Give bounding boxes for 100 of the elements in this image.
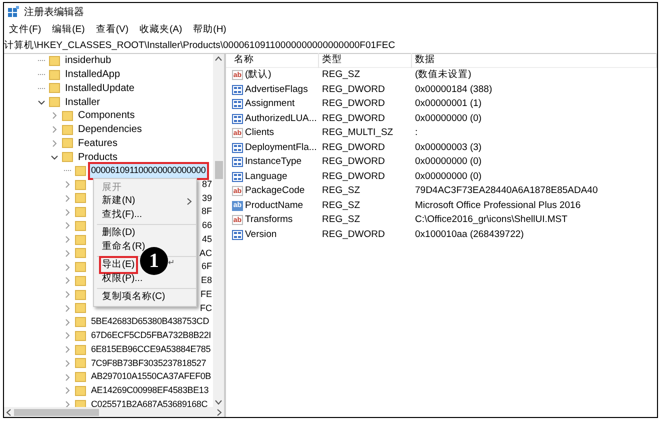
menu-item[interactable]: 查看(V) xyxy=(96,22,128,38)
folder-icon xyxy=(75,303,86,314)
expand-chevron-icon[interactable] xyxy=(64,387,71,394)
expand-chevron-icon[interactable] xyxy=(64,332,71,340)
expand-chevron-icon[interactable] xyxy=(64,236,71,244)
menu-item[interactable]: 帮助(H) xyxy=(193,22,226,38)
tree-item[interactable]: AE14269C00998EF4583BE13 xyxy=(90,384,210,398)
collapse-chevron-icon[interactable] xyxy=(38,98,45,106)
scroll-down-icon[interactable] xyxy=(215,400,222,405)
tree-item[interactable]: FE xyxy=(200,288,213,302)
value-name[interactable]: DeploymentFla... xyxy=(245,140,317,155)
folder-icon xyxy=(62,138,73,148)
menu-item[interactable]: 编辑(E) xyxy=(52,22,85,38)
column-header[interactable]: 类型 xyxy=(319,53,412,68)
tree-item[interactable]: 87 xyxy=(202,178,213,192)
scroll-left-icon[interactable] xyxy=(6,408,11,416)
expand-chevron-icon[interactable] xyxy=(64,264,71,271)
expand-chevron-icon[interactable] xyxy=(64,291,71,298)
tree-item[interactable]: 8F xyxy=(201,205,213,219)
tree-item[interactable]: 66 xyxy=(202,219,213,233)
value-type: REG_DWORD xyxy=(321,82,386,97)
value-name[interactable]: ProductName xyxy=(245,198,304,213)
scroll-right-icon[interactable] xyxy=(217,408,222,416)
value-name[interactable]: (默认) xyxy=(245,68,272,82)
tree-item[interactable]: AB297010A1550CA37AFEF0B xyxy=(90,370,212,384)
expand-chevron-icon[interactable] xyxy=(64,346,71,354)
expand-chevron-icon[interactable] xyxy=(64,401,71,407)
vertical-scrollbar[interactable] xyxy=(213,54,224,407)
address-bar[interactable]: 计算机\HKEY_CLASSES_ROOT\Installer\Products\00006109110000000000000000F01FEC xyxy=(4,39,657,54)
value-name[interactable]: PackageCode xyxy=(245,184,305,198)
expand-chevron-icon[interactable] xyxy=(64,222,71,230)
value-name[interactable]: AdvertiseFlags xyxy=(245,82,308,97)
value-name[interactable]: Version xyxy=(245,228,277,242)
tree-item[interactable]: Installer xyxy=(64,94,102,110)
tree-item[interactable]: 5BE42683D65380B438753CD xyxy=(90,315,210,329)
folder-icon xyxy=(75,166,86,176)
value-name[interactable]: Transforms xyxy=(245,213,293,228)
context-menu-item[interactable]: 新建(N) xyxy=(101,194,136,208)
scroll-thumb[interactable] xyxy=(14,408,99,416)
binary-value-icon xyxy=(232,157,243,168)
context-menu-item[interactable]: 删除(D) xyxy=(101,226,136,240)
folder-icon xyxy=(49,97,60,108)
expand-chevron-icon[interactable] xyxy=(51,140,58,147)
expand-chevron-icon[interactable] xyxy=(51,112,58,120)
tree-item[interactable]: C025571B2A687A53689168C xyxy=(90,398,209,407)
tree-item[interactable]: 6F xyxy=(201,260,213,274)
tree-item[interactable]: Dependencies xyxy=(77,122,143,138)
folder-icon xyxy=(49,56,60,66)
folder-icon xyxy=(75,358,86,368)
context-menu-item[interactable]: 导出(E) xyxy=(101,258,136,272)
value-name[interactable]: Assignment xyxy=(245,97,295,112)
expand-chevron-icon[interactable] xyxy=(64,360,71,367)
value-name[interactable]: Language xyxy=(245,170,288,184)
collapse-chevron-icon[interactable] xyxy=(51,154,58,161)
value-data: (数值未设置) xyxy=(414,68,472,82)
column-header[interactable]: 数据 xyxy=(412,53,657,68)
tree-item[interactable]: 6E815EB96CCE9A53884E785 xyxy=(90,342,212,356)
folder-icon xyxy=(75,262,86,272)
scroll-thumb[interactable] xyxy=(214,161,222,179)
tree-item[interactable]: 39 xyxy=(202,192,213,206)
tree-item[interactable]: AC xyxy=(199,246,213,260)
value-type: REG_DWORD xyxy=(321,97,386,112)
expand-chevron-icon[interactable] xyxy=(64,374,71,381)
menu-item[interactable]: 收藏夹(A) xyxy=(139,22,182,38)
tree-item[interactable]: 45 xyxy=(202,232,213,246)
tree-item[interactable]: 67D6ECF5CD5FBA732B8B22I xyxy=(90,329,212,343)
value-data: 0x00000000 (0) xyxy=(414,170,482,184)
tree-item[interactable]: InstalledUpdate xyxy=(64,80,136,96)
tree-item[interactable]: E8 xyxy=(200,274,213,288)
expand-chevron-icon[interactable] xyxy=(64,208,71,216)
menu-item[interactable]: 文件(F) xyxy=(9,22,42,38)
context-menu-item[interactable]: 复制项名称(C) xyxy=(101,290,166,304)
submenu-chevron-icon xyxy=(187,198,192,205)
folder-icon xyxy=(75,180,86,190)
expand-chevron-icon[interactable] xyxy=(64,181,71,188)
value-name[interactable]: Clients xyxy=(245,126,274,140)
expand-chevron-icon[interactable] xyxy=(64,250,71,257)
expand-chevron-icon[interactable] xyxy=(64,304,71,312)
binary-value-icon xyxy=(232,84,243,95)
expand-chevron-icon[interactable] xyxy=(64,318,71,326)
tree-item[interactable]: Products xyxy=(77,150,118,165)
expand-chevron-icon[interactable] xyxy=(64,277,71,284)
tree-item[interactable]: insiderhub xyxy=(64,54,112,68)
value-type: REG_SZ xyxy=(321,213,362,228)
expand-chevron-icon[interactable] xyxy=(64,194,71,202)
value-data: 0x100010aa (268439722) xyxy=(414,228,524,242)
tree-item[interactable]: Components xyxy=(77,108,136,124)
folder-icon xyxy=(75,317,86,328)
context-menu-item[interactable]: 查找(F)... xyxy=(101,208,144,222)
tree-item[interactable]: InstalledApp xyxy=(64,67,122,82)
tree-item[interactable]: 000061091100000000000000 xyxy=(90,164,207,178)
column-header[interactable]: 名称 xyxy=(226,53,319,68)
value-name[interactable]: AuthorizedLUA... xyxy=(245,112,317,126)
scroll-up-icon[interactable] xyxy=(215,56,222,61)
horizontal-scrollbar[interactable] xyxy=(4,407,224,417)
value-name[interactable]: InstanceType xyxy=(245,155,302,170)
tree-item[interactable]: 7C9F8B73BF3035237818527 xyxy=(90,356,207,370)
tree-item[interactable]: FC xyxy=(200,302,213,316)
expand-chevron-icon[interactable] xyxy=(51,126,58,134)
tree-item[interactable]: Features xyxy=(77,136,118,151)
